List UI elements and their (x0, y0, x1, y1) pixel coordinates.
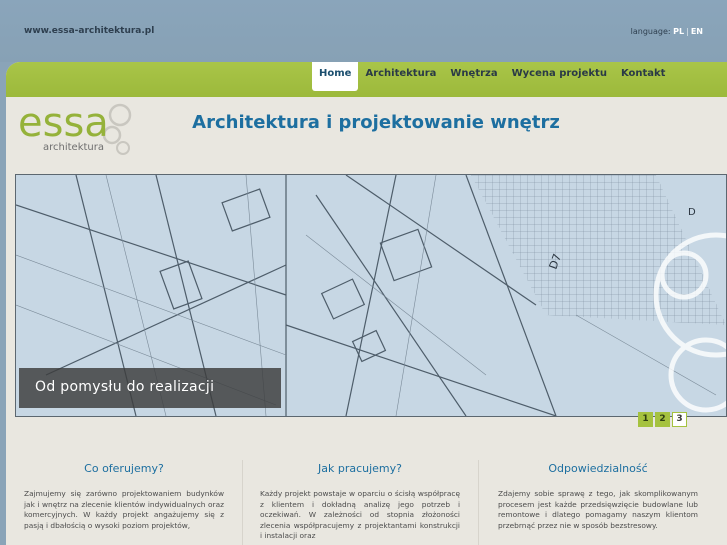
slider-page-1[interactable]: 1 (638, 412, 653, 427)
nav-kontakt[interactable]: Kontakt (614, 62, 673, 91)
slider-page-3[interactable]: 3 (672, 412, 687, 427)
logo-sub-text: architektura (43, 142, 104, 153)
nav-home[interactable]: Home (312, 62, 359, 91)
column-divider (478, 460, 479, 545)
column-offer-text: Zajmujemy się zarówno projektowaniem bud… (24, 489, 224, 530)
site-url[interactable]: www.essa-architektura.pl (24, 26, 154, 36)
lang-pl-link[interactable]: PL (673, 27, 684, 36)
column-responsibility-text: Zdajemy sobie sprawę z tego, jak skompli… (498, 489, 698, 530)
nav-wnetrza[interactable]: Wnętrza (443, 62, 504, 91)
column-responsibility: Odpowiedzialność Zdajemy sobie sprawę z … (498, 462, 698, 531)
column-offer-title: Co oferujemy? (84, 462, 164, 475)
slider-caption: Od pomysłu do realizacji (19, 368, 281, 408)
slider-caption-text: Od pomysłu do realizacji (35, 379, 215, 395)
column-responsibility-title: Odpowiedzialność (548, 462, 648, 475)
page-container: Home Architektura Wnętrza Wycena projekt… (6, 62, 727, 545)
logo-main-text: essa (18, 100, 109, 146)
nav-wycena-projektu[interactable]: Wycena projektu (505, 62, 614, 91)
nav-architektura[interactable]: Architektura (358, 62, 443, 91)
column-process: Jak pracujemy? Każdy projekt powstaje w … (260, 462, 460, 542)
essa-logo[interactable]: essa architektura (16, 90, 136, 170)
main-nav: Home Architektura Wnętrza Wycena projekt… (312, 62, 672, 92)
slider-pager: 1 2 3 (638, 412, 687, 427)
column-divider (242, 460, 243, 545)
top-bar: www.essa-architektura.pl language: PL | EN (0, 0, 727, 62)
page-headline: Architektura i projektowanie wnętrz (192, 112, 560, 133)
hero-slider[interactable]: D7 D Od pomysłu do realizacji (15, 174, 727, 417)
lang-separator: | (686, 27, 689, 36)
column-process-title: Jak pracujemy? (317, 462, 402, 475)
svg-text:D: D (688, 207, 696, 218)
column-offer: Co oferujemy? Zajmujemy się zarówno proj… (24, 462, 224, 531)
lang-en-link[interactable]: EN (691, 27, 703, 36)
column-process-text: Każdy projekt powstaje w oparciu o ścisł… (260, 489, 460, 540)
slider-page-2[interactable]: 2 (655, 412, 670, 427)
logo-ring (116, 141, 130, 155)
language-switcher: language: PL | EN (631, 27, 703, 36)
language-label: language: (630, 27, 671, 36)
